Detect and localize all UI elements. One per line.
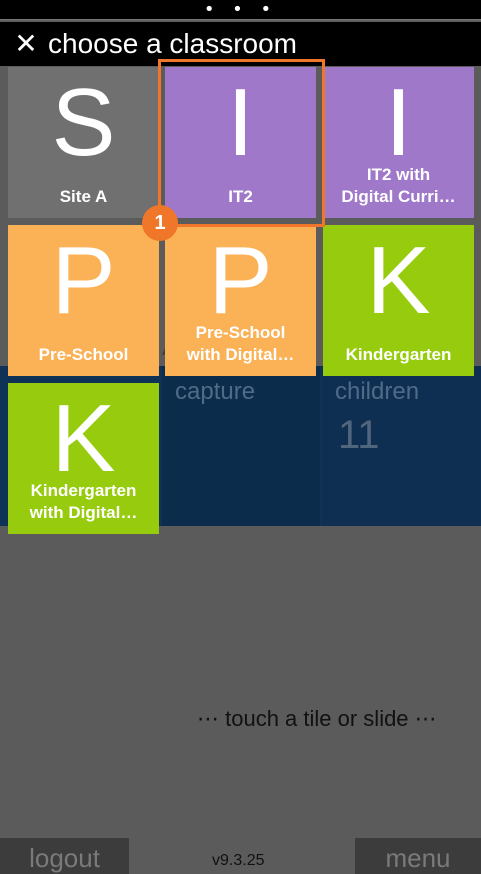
tile-letter: P xyxy=(51,227,116,334)
tile-label: Kindergarten with Digital… xyxy=(12,480,155,524)
step-badge: 1 xyxy=(142,205,178,241)
tile-label: Pre-School with Digital… xyxy=(169,322,312,366)
version-label: v9.3.25 xyxy=(212,852,265,869)
tile-label-line1: Kindergarten xyxy=(345,345,452,364)
tile-letter: I xyxy=(385,69,412,176)
navigation-hint: ⋯ touch a tile or slide ⋯ xyxy=(197,706,437,731)
logout-button[interactable]: logout xyxy=(0,838,129,874)
tile-label-line1: Pre-School xyxy=(38,345,129,364)
tile-label-line2: with Digital… xyxy=(186,345,295,364)
tile-pre-school-digital[interactable]: P Pre-School with Digital… xyxy=(165,225,316,376)
tile-it2-digital[interactable]: I IT2 with Digital Curri… xyxy=(323,67,474,218)
more-dots-icon[interactable]: • • • xyxy=(0,1,481,19)
close-icon[interactable]: ✕ xyxy=(13,30,39,58)
tile-label: Kindergarten xyxy=(327,344,470,366)
tile-letter: K xyxy=(51,385,116,492)
tile-label-line1: Pre-School xyxy=(195,323,286,342)
tile-label: Pre-School xyxy=(12,344,155,366)
tile-site-a[interactable]: S Site A xyxy=(8,67,159,218)
tile-label: Site A xyxy=(12,186,155,208)
tile-pre-school[interactable]: P Pre-School xyxy=(8,225,159,376)
status-bar: • • • xyxy=(0,0,481,20)
page-title: choose a classroom xyxy=(48,28,298,59)
children-count: 11 xyxy=(338,413,380,457)
tile-letter: S xyxy=(51,69,116,176)
children-label: children xyxy=(335,378,420,405)
tile-label-line1: Site A xyxy=(59,187,108,206)
tile-letter: K xyxy=(366,227,431,334)
highlight-box xyxy=(158,59,325,227)
capture-label: capture xyxy=(175,378,256,405)
tile-label-line2: Digital Curri… xyxy=(341,187,456,206)
tile-label-line2: with Digital… xyxy=(29,503,138,522)
tile-letter: P xyxy=(208,227,273,334)
tile-label-line1: Kindergarten xyxy=(30,481,137,500)
tile-kindergarten-digital[interactable]: K Kindergarten with Digital… xyxy=(8,383,159,534)
tile-label-line1: IT2 with xyxy=(366,165,431,184)
classroom-chooser-screen: • • • ✕ choose a classroom capture child… xyxy=(0,0,481,874)
tile-label: IT2 with Digital Curri… xyxy=(327,164,470,208)
menu-button[interactable]: menu xyxy=(355,838,481,874)
tile-kindergarten[interactable]: K Kindergarten xyxy=(323,225,474,376)
